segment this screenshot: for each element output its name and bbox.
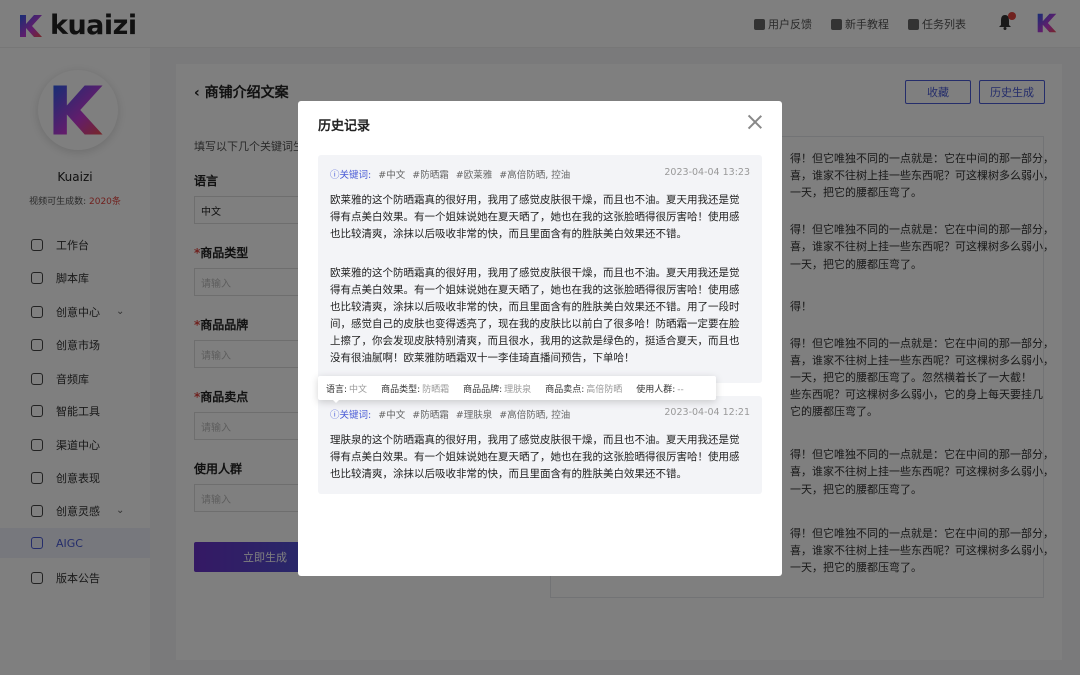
tooltip-brand: 商品品牌: 理肤泉 bbox=[463, 384, 532, 395]
info-icon: ⓘ bbox=[330, 410, 340, 421]
history-record[interactable]: ⓘ关键词: #中文 #防晒霜 #欧莱雅 #高倍防晒, 控油 2023-04-04… bbox=[318, 155, 762, 383]
tooltip-type: 商品类型: 防晒霜 bbox=[381, 384, 450, 395]
record-time: 2023-04-04 13:23 bbox=[664, 167, 750, 178]
record-paragraph: 理肤泉的这个防晒霜真的很好用，我用了感觉皮肤很干燥，而且也不油。夏天用我还是觉 … bbox=[330, 434, 740, 480]
record-header: ⓘ关键词: #中文 #防晒霜 #理肤泉 #高倍防晒, 控油 2023-04-04… bbox=[330, 407, 750, 421]
info-icon: ⓘ bbox=[330, 170, 340, 181]
record-header: ⓘ关键词: #中文 #防晒霜 #欧莱雅 #高倍防晒, 控油 2023-04-04… bbox=[330, 167, 750, 181]
keyword-tag: #防晒霜 bbox=[412, 170, 449, 181]
keyword-label: 关键词: bbox=[339, 170, 372, 181]
record-paragraph: 欧莱雅的这个防晒霜真的很好用，我用了感觉皮肤很干燥，而且也不油。夏天用我还是觉 … bbox=[330, 267, 740, 364]
keyword-tag: #中文 bbox=[378, 170, 406, 181]
keyword-tooltip: 语言: 中文 商品类型: 防晒霜 商品品牌: 理肤泉 商品卖点: 高倍防晒 使用人群: -… bbox=[318, 376, 716, 400]
modal-title: 历史记录 bbox=[318, 119, 371, 134]
record-time: 2023-04-04 12:21 bbox=[664, 407, 750, 418]
keyword-tag: #防晒霜 bbox=[412, 410, 449, 421]
keyword-tag: #高倍防晒, 控油 bbox=[499, 170, 571, 181]
tooltip-arrow bbox=[331, 398, 341, 403]
tooltip-selling: 商品卖点: 高倍防晒 bbox=[545, 384, 623, 395]
keyword-tag: #欧莱雅 bbox=[455, 170, 493, 181]
tooltip-audience: 使用人群: -- bbox=[636, 384, 684, 395]
keyword-label: 关键词: bbox=[339, 410, 372, 421]
record-paragraph: 欧莱雅的这个防晒霜真的很好用，我用了感觉皮肤很干燥，而且也不油。夏天用我还是觉 … bbox=[330, 194, 740, 240]
keyword-tag: #中文 bbox=[378, 410, 406, 421]
close-icon[interactable] bbox=[746, 113, 764, 131]
keyword-tag: #理肤泉 bbox=[455, 410, 493, 421]
history-modal: 历史记录 ⓘ关键词: #中文 #防晒霜 #欧莱雅 #高倍防晒, 控油 2023-… bbox=[298, 101, 782, 576]
history-record[interactable]: ⓘ关键词: #中文 #防晒霜 #理肤泉 #高倍防晒, 控油 2023-04-04… bbox=[318, 396, 762, 494]
tooltip-language: 语言: 中文 bbox=[326, 384, 368, 395]
keyword-tag: #高倍防晒, 控油 bbox=[499, 410, 571, 421]
